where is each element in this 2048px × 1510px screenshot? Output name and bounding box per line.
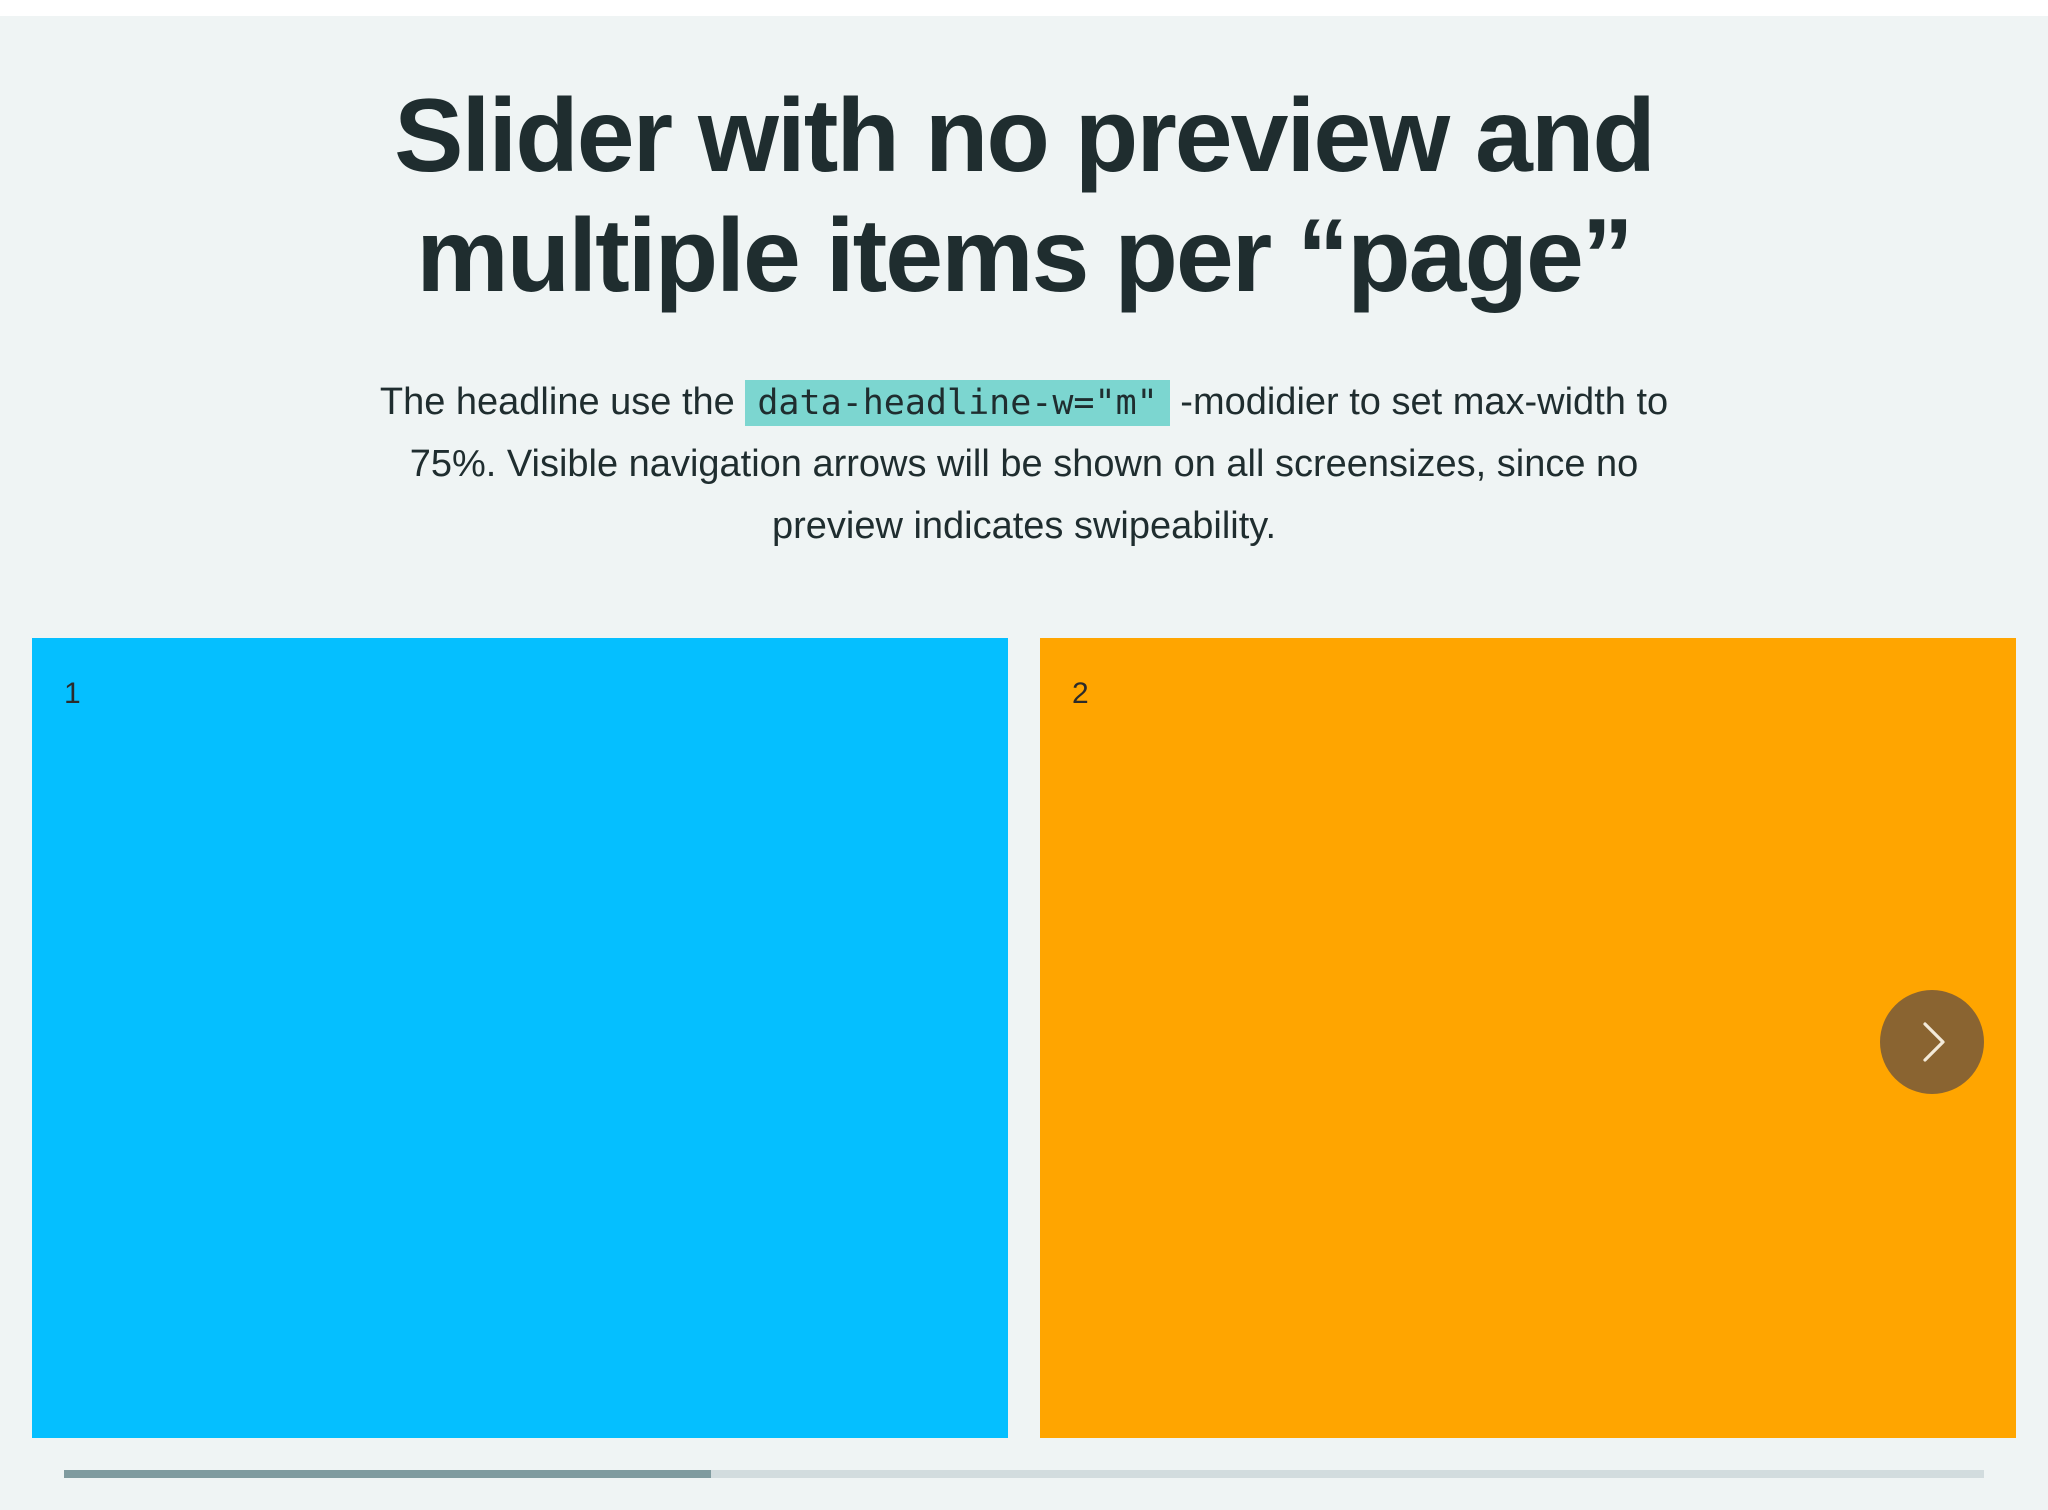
code-snippet: data-headline-w="m" [745,380,1170,426]
slide-number: 2 [1072,677,1089,710]
slider-progress-track[interactable] [64,1470,1984,1478]
next-slide-button[interactable] [1880,990,1984,1094]
lead-paragraph: The headline use the data-headline-w="m"… [374,371,1674,557]
lead-text-start: The headline use the [379,381,746,423]
slide-2[interactable]: 2 [1040,638,2016,1438]
chevron-right-icon [1923,1022,1945,1062]
slide-number: 1 [64,677,81,710]
slide-1[interactable]: 1 [32,638,1008,1438]
slider-progress-fill [64,1470,712,1478]
page-headline: Slider with no preview and multiple item… [394,78,1656,314]
